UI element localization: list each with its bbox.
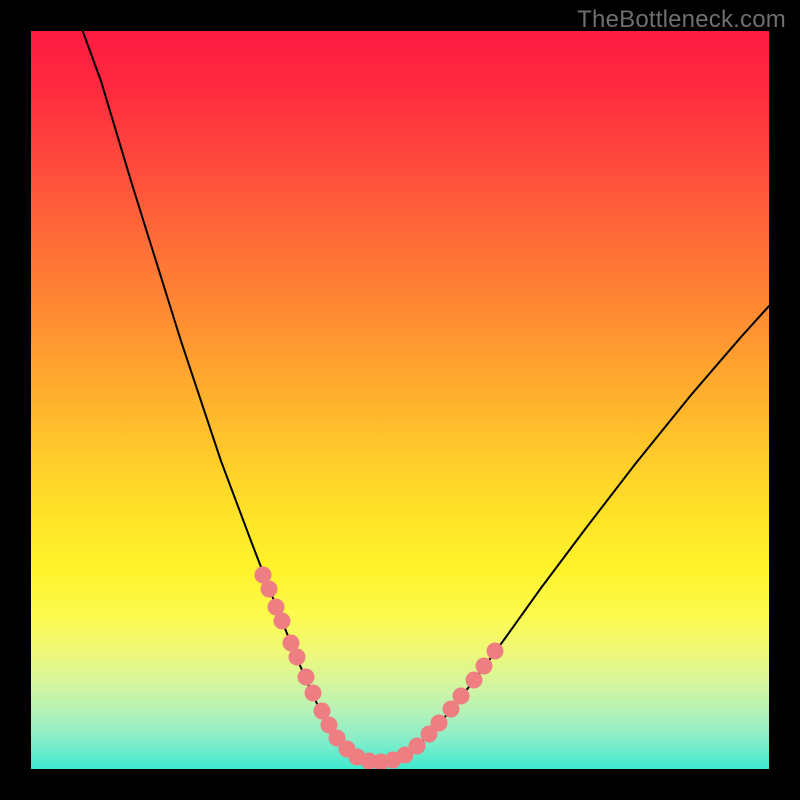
gradient-background bbox=[31, 31, 769, 769]
watermark-text: TheBottleneck.com bbox=[577, 6, 786, 34]
plot-area bbox=[31, 31, 769, 769]
chart-frame: TheBottleneck.com bbox=[0, 0, 800, 800]
